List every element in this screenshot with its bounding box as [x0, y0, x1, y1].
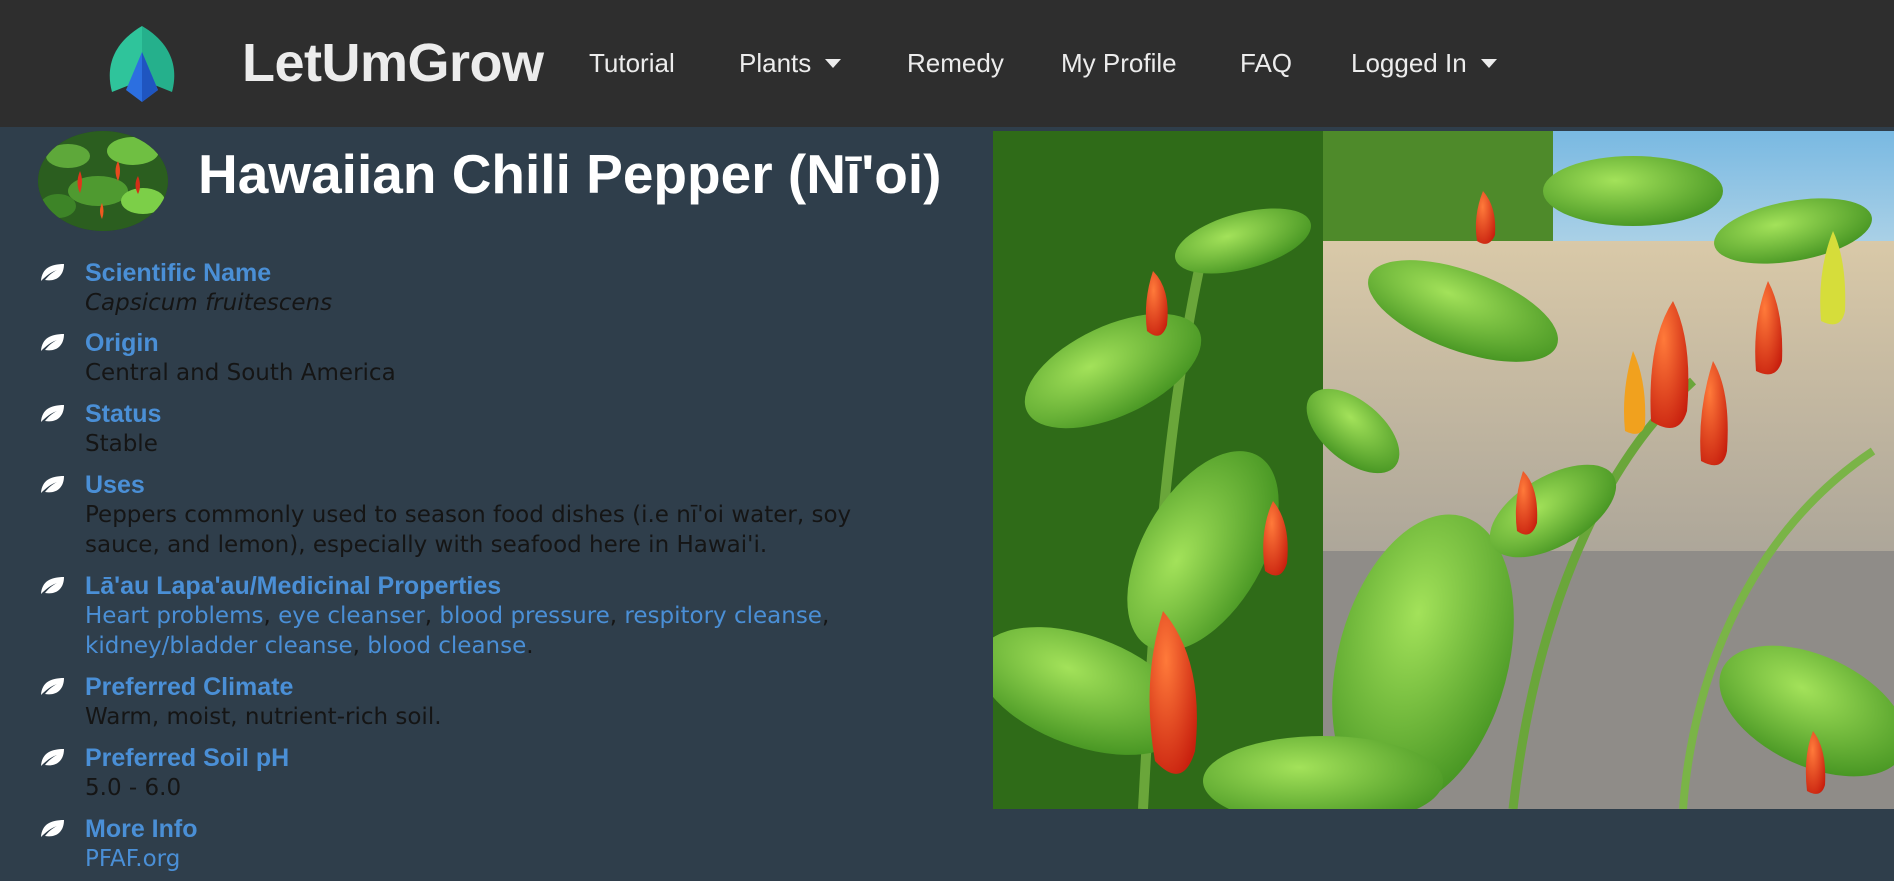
- medicinal-link[interactable]: Heart problems: [85, 603, 263, 629]
- fact-uses: Uses Peppers commonly used to season foo…: [0, 470, 960, 560]
- caret-down-icon: [825, 58, 842, 68]
- fact-label: Scientific Name: [85, 259, 272, 287]
- leaf-icon: [41, 577, 64, 594]
- fact-value: Stable: [85, 431, 158, 457]
- fact-value: Capsicum fruitescens: [85, 290, 333, 316]
- separator: ,: [352, 633, 368, 659]
- nav-my-profile-label: My Profile: [1061, 48, 1177, 78]
- leaf-icon: [41, 678, 64, 695]
- fact-label: Uses: [85, 471, 145, 499]
- plant-facts: Scientific Name Capsicum fruitescens Ori…: [0, 258, 960, 874]
- fact-scientific-name: Scientific Name Capsicum fruitescens: [0, 258, 960, 318]
- leaf-icon: [41, 405, 64, 422]
- fact-medicinal: Lā'au Lapa'au/Medicinal Properties Heart…: [0, 571, 960, 661]
- fact-label: Lā'au Lapa'au/Medicinal Properties: [85, 572, 502, 600]
- plant-hero-image: [993, 131, 1894, 809]
- medicinal-link[interactable]: kidney/bladder cleanse: [85, 633, 353, 659]
- medicinal-link[interactable]: blood cleanse: [367, 633, 526, 659]
- plant-thumbnail: [38, 131, 168, 231]
- fact-more-info: More Info PFAF.org: [0, 814, 960, 874]
- separator: ,: [821, 603, 830, 629]
- fact-label: Origin: [85, 329, 159, 357]
- medicinal-link[interactable]: blood pressure: [439, 603, 609, 629]
- leaf-icon: [41, 820, 64, 837]
- brand-name[interactable]: LetUmGrow: [242, 28, 544, 98]
- nav-faq-label: FAQ: [1240, 48, 1293, 78]
- nav-logged-in[interactable]: Logged In: [1351, 44, 1497, 82]
- fact-value: Heart problems, eye cleanser, blood pres…: [85, 601, 960, 661]
- leaf-icon: [41, 749, 64, 766]
- fact-label: Status: [85, 400, 162, 428]
- fact-value: 5.0 - 6.0: [85, 775, 182, 801]
- fact-climate: Preferred Climate Warm, moist, nutrient-…: [0, 672, 960, 732]
- nav-plants-label: Plants: [739, 48, 812, 78]
- leaf-icon: [41, 334, 64, 351]
- logo-icon[interactable]: [100, 22, 184, 102]
- leaf-icon: [41, 264, 64, 281]
- fact-value: Peppers commonly used to season food dis…: [85, 502, 852, 558]
- leaf-icon: [41, 476, 64, 493]
- nav-remedy-label: Remedy: [907, 48, 1004, 78]
- fact-origin: Origin Central and South America: [0, 328, 960, 388]
- fact-label: Preferred Soil pH: [85, 744, 290, 772]
- medicinal-link[interactable]: respitory cleanse: [624, 603, 822, 629]
- caret-down-icon: [1480, 58, 1497, 68]
- fact-label: Preferred Climate: [85, 673, 294, 701]
- fact-value: Warm, moist, nutrient-rich soil.: [85, 704, 442, 730]
- navbar: LetUmGrow Tutorial Plants Remedy My Prof…: [0, 0, 1894, 127]
- separator: ,: [609, 603, 625, 629]
- end-punctuation: .: [526, 633, 534, 659]
- fact-label: More Info: [85, 815, 198, 843]
- nav-tutorial-label: Tutorial: [589, 48, 675, 78]
- nav-my-profile[interactable]: My Profile: [1061, 44, 1177, 82]
- more-info-link[interactable]: PFAF.org: [85, 846, 180, 872]
- separator: ,: [424, 603, 440, 629]
- fact-soil-ph: Preferred Soil pH 5.0 - 6.0: [0, 743, 960, 803]
- nav-logged-in-label: Logged In: [1351, 48, 1467, 78]
- nav-remedy[interactable]: Remedy: [907, 44, 1004, 82]
- separator: ,: [263, 603, 279, 629]
- fact-value: Central and South America: [85, 360, 396, 386]
- medicinal-link[interactable]: eye cleanser: [278, 603, 425, 629]
- nav-plants[interactable]: Plants: [739, 44, 842, 82]
- fact-status: Status Stable: [0, 399, 960, 459]
- page-title: Hawaiian Chili Pepper (Nī'oi): [198, 143, 942, 205]
- nav-faq[interactable]: FAQ: [1240, 44, 1292, 82]
- nav-tutorial[interactable]: Tutorial: [589, 44, 675, 82]
